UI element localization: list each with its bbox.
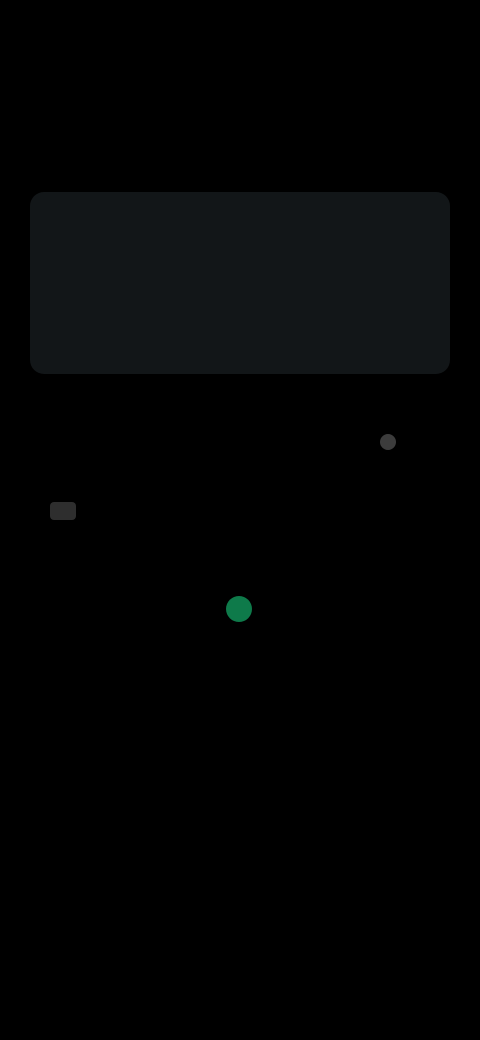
side-pill-button[interactable] — [380, 424, 480, 460]
status-bar — [0, 0, 480, 56]
info-section — [50, 450, 350, 550]
content-card[interactable] — [30, 192, 450, 374]
header — [0, 84, 480, 174]
empty-state — [0, 590, 480, 730]
section-detail[interactable] — [50, 502, 90, 520]
pill-icon — [380, 434, 396, 450]
detail-icon — [50, 502, 76, 520]
status-dot-icon — [226, 596, 252, 622]
